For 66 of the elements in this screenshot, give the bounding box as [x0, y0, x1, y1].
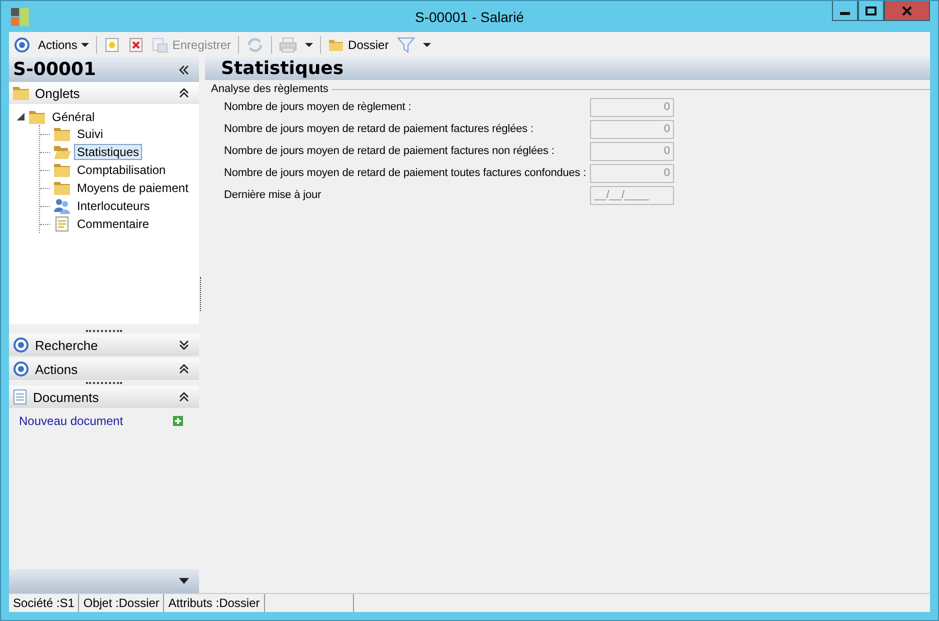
- section-header[interactable]: Documents: [9, 386, 199, 408]
- folder-icon: [53, 127, 71, 141]
- dropdown-icon: [422, 42, 431, 46]
- dropdown-icon[interactable]: [179, 578, 189, 584]
- folder-icon: [13, 86, 29, 100]
- close-button[interactable]: [884, 1, 930, 21]
- page-title: Statistiques: [221, 58, 344, 79]
- field-label: Dernière mise à jour: [224, 189, 322, 201]
- folder-icon: [28, 110, 46, 124]
- status-cell: Objet :Dossier: [79, 594, 164, 612]
- group-label: Analyse des règlements: [211, 83, 328, 95]
- section-label: Recherche: [35, 338, 99, 352]
- collapse-icon[interactable]: [179, 64, 189, 74]
- toolbar-button[interactable]: Dossier: [325, 34, 392, 54]
- field-label: Nombre de jours moyen de retard de paiement factures non réglées :: [224, 145, 556, 157]
- new-document-link[interactable]: Nouveau document: [19, 414, 124, 428]
- minimize-button[interactable]: [832, 1, 858, 21]
- section-header[interactable]: Onglets: [9, 82, 199, 104]
- field-label: Nombre de jours moyen de règlement :: [224, 101, 412, 113]
- document-icon: [13, 389, 27, 405]
- save-icon: [152, 36, 168, 52]
- note-icon: [53, 216, 71, 232]
- section-label: Documents: [33, 390, 100, 404]
- tree-item[interactable]: Commentaire: [74, 216, 152, 232]
- maximize-button[interactable]: [858, 1, 884, 21]
- open-folder-icon: [53, 145, 71, 159]
- status-cell: Attributs :Dossier: [164, 594, 265, 612]
- tree-item[interactable]: Comptabilisation: [74, 162, 169, 178]
- new-document-icon: [104, 36, 120, 52]
- field-label: Nombre de jours moyen de retard de paiement factures réglées :: [224, 123, 534, 135]
- printer-icon: [279, 36, 298, 52]
- people-icon: [53, 198, 71, 214]
- tree-item[interactable]: Suivi: [74, 126, 106, 142]
- minimize-icon: [840, 12, 850, 15]
- chevron-icon: [179, 392, 189, 402]
- target-icon: [13, 337, 29, 353]
- status-cell: Société :S1: [9, 594, 80, 612]
- add-icon[interactable]: [173, 416, 183, 426]
- filter-icon: [396, 36, 415, 54]
- tree-item[interactable]: Interlocuteurs: [74, 198, 153, 214]
- actions-menu-button[interactable]: Actions: [35, 36, 92, 54]
- close-icon: [901, 6, 913, 16]
- chevron-icon: [179, 88, 189, 98]
- chevron-icon: [179, 364, 189, 374]
- folder-icon: [53, 181, 71, 195]
- section-header[interactable]: Recherche: [9, 334, 199, 356]
- expand-toggle-icon[interactable]: [17, 113, 25, 121]
- section-label: Onglets: [35, 86, 81, 100]
- target-icon: [14, 36, 30, 52]
- target-icon: [13, 361, 29, 377]
- field-label: Nombre de jours moyen de retard de paiement toutes factures confondues :: [224, 167, 588, 179]
- dropdown-icon: [305, 42, 314, 46]
- folder-icon: [53, 163, 71, 177]
- chevron-icon: [179, 340, 189, 350]
- tree-item[interactable]: Général: [49, 109, 98, 125]
- section-label: Actions: [35, 362, 79, 376]
- app-logo-icon: [11, 8, 29, 26]
- refresh-icon: [246, 36, 264, 52]
- maximize-icon: [865, 6, 877, 16]
- record-title: S-00001: [13, 59, 96, 80]
- delete-document-icon: [128, 36, 144, 52]
- dropdown-icon: [81, 42, 90, 46]
- tree-item[interactable]: Statistiques: [74, 144, 142, 160]
- tree-item[interactable]: Moyens de paiement: [74, 180, 192, 196]
- section-header[interactable]: Actions: [9, 358, 199, 380]
- window-title: S-00001 - Salarié: [415, 8, 524, 24]
